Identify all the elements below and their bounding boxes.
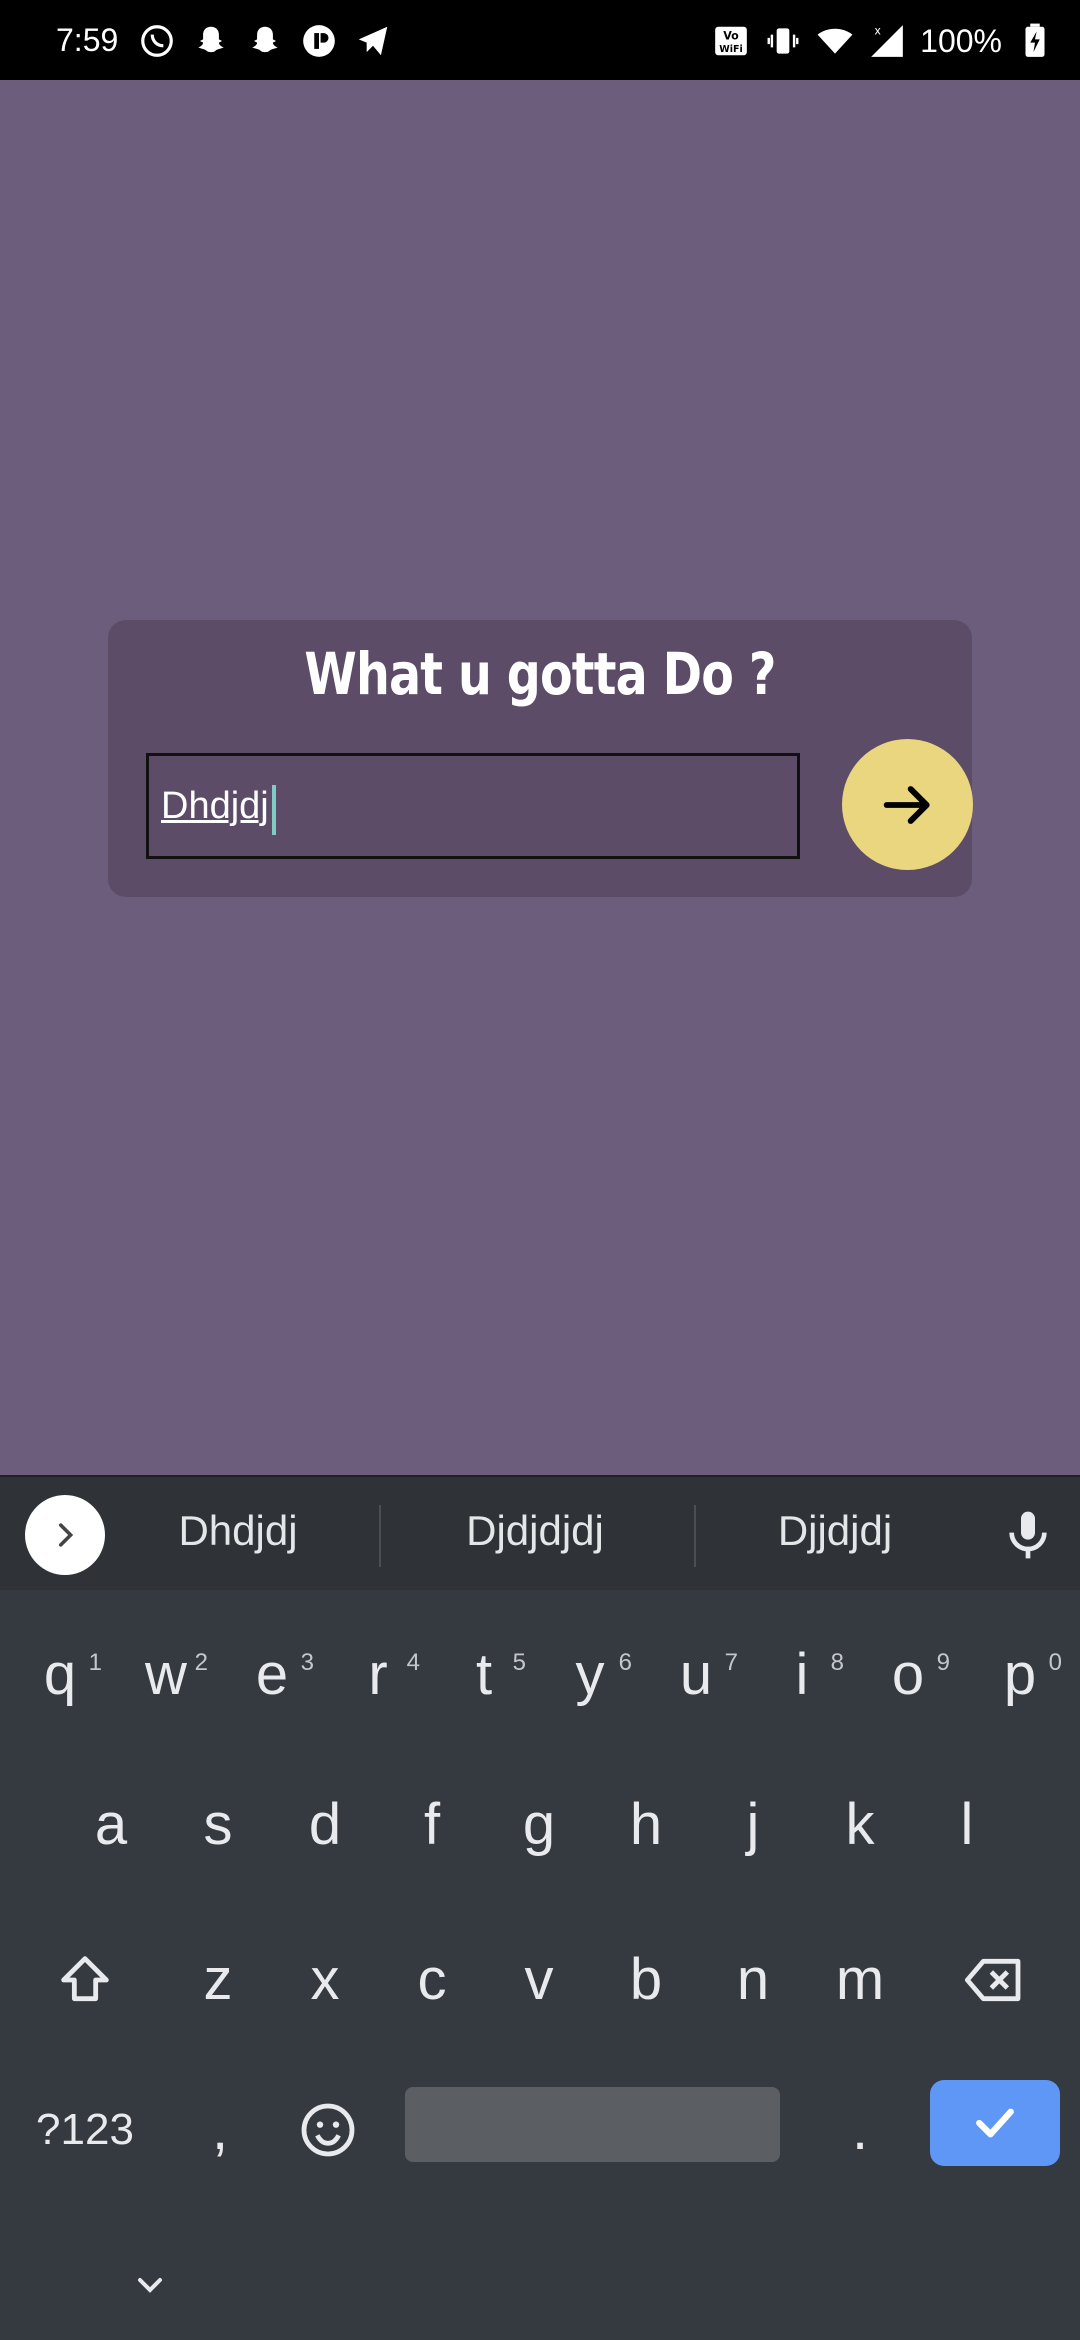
snapchat-icon bbox=[192, 22, 230, 60]
svg-text:x: x bbox=[874, 25, 881, 38]
shift-key[interactable] bbox=[33, 1930, 137, 2030]
svg-text:WiFi: WiFi bbox=[719, 44, 742, 55]
shift-icon bbox=[61, 1956, 109, 2002]
submit-button[interactable] bbox=[842, 739, 973, 870]
snapchat-icon bbox=[246, 22, 284, 60]
microphone-icon[interactable] bbox=[1000, 1505, 1056, 1565]
key-hint: 0 bbox=[1048, 1649, 1062, 1676]
key-label: p bbox=[1003, 1642, 1037, 1707]
key-comma[interactable]: , bbox=[168, 2080, 272, 2180]
keyboard: Dhdjdj Djdjdjdj Djjdjdj q1 w2 e3 r4 t5 y… bbox=[0, 1475, 1080, 2340]
whatsapp-icon bbox=[138, 22, 176, 60]
key-d[interactable]: d bbox=[273, 1775, 377, 1875]
status-time: 7:59 bbox=[56, 22, 119, 58]
key-e[interactable]: e3 bbox=[220, 1625, 324, 1725]
key-label: r bbox=[368, 1642, 388, 1707]
key-g[interactable]: g bbox=[487, 1775, 591, 1875]
key-t[interactable]: t5 bbox=[432, 1625, 536, 1725]
telegram-icon bbox=[354, 22, 392, 60]
suggestion-expand-button[interactable] bbox=[25, 1495, 105, 1575]
backspace-icon bbox=[964, 1958, 1021, 2002]
key-hint: 9 bbox=[936, 1649, 950, 1676]
system-icons: Vo WiFi x 100% bbox=[712, 22, 1054, 60]
suggestion-bar: Dhdjdj Djdjdjdj Djjdjdj bbox=[0, 1475, 1080, 1590]
key-n[interactable]: n bbox=[701, 1930, 805, 2030]
text-cursor bbox=[272, 785, 276, 835]
key-hint: 6 bbox=[618, 1649, 632, 1676]
key-k[interactable]: k bbox=[808, 1775, 912, 1875]
key-s[interactable]: s bbox=[166, 1775, 270, 1875]
key-w[interactable]: w2 bbox=[114, 1625, 218, 1725]
emoji-icon bbox=[301, 2103, 355, 2157]
chevron-right-icon bbox=[58, 1523, 74, 1547]
battery-percentage: 100% bbox=[920, 22, 1002, 59]
key-r[interactable]: r4 bbox=[326, 1625, 430, 1725]
emoji-key[interactable] bbox=[276, 2080, 380, 2180]
key-v[interactable]: v bbox=[487, 1930, 591, 2030]
status-bar: 7:59 Vo WiFi x 100% bbox=[0, 0, 1080, 80]
key-hint: 1 bbox=[88, 1649, 102, 1676]
wifi-icon bbox=[816, 22, 854, 60]
spacebar[interactable] bbox=[405, 2087, 780, 2162]
key-j[interactable]: j bbox=[701, 1775, 805, 1875]
suggestion-2[interactable]: Djdjdjdj bbox=[405, 1507, 665, 1555]
key-label: w bbox=[145, 1642, 187, 1707]
key-label: e bbox=[255, 1642, 289, 1707]
app-icon bbox=[300, 22, 338, 60]
suggestion-divider bbox=[694, 1505, 696, 1567]
key-hint: 3 bbox=[300, 1649, 314, 1676]
suggestion-divider bbox=[379, 1505, 381, 1567]
key-hint: 7 bbox=[724, 1649, 738, 1676]
key-z[interactable]: z bbox=[166, 1930, 270, 2030]
key-m[interactable]: m bbox=[808, 1930, 912, 2030]
suggestion-3[interactable]: Djjdjdj bbox=[705, 1507, 965, 1555]
battery-charging-icon bbox=[1016, 22, 1054, 60]
key-u[interactable]: u7 bbox=[644, 1625, 748, 1725]
symbols-key[interactable]: ?123 bbox=[20, 2080, 150, 2180]
page-title: What u gotta Do ? bbox=[304, 640, 776, 708]
key-y[interactable]: y6 bbox=[538, 1625, 642, 1725]
signal-icon: x bbox=[868, 22, 906, 60]
key-a[interactable]: a bbox=[59, 1775, 163, 1875]
task-input[interactable] bbox=[146, 753, 800, 859]
key-hint: 4 bbox=[406, 1649, 420, 1676]
key-hint: 8 bbox=[830, 1649, 844, 1676]
key-l[interactable]: l bbox=[915, 1775, 1019, 1875]
backspace-key[interactable] bbox=[942, 1930, 1046, 2030]
key-o[interactable]: o9 bbox=[856, 1625, 960, 1725]
hide-keyboard-icon[interactable] bbox=[128, 2265, 172, 2305]
key-q[interactable]: q1 bbox=[8, 1625, 112, 1725]
key-h[interactable]: h bbox=[594, 1775, 698, 1875]
key-label: y bbox=[575, 1642, 605, 1707]
app-screen: What u gotta Do ? bbox=[0, 80, 1080, 1475]
key-label: u bbox=[679, 1642, 713, 1707]
checkmark-icon bbox=[976, 2108, 1014, 2138]
key-label: q bbox=[43, 1642, 77, 1707]
key-hint: 5 bbox=[512, 1649, 526, 1676]
suggestion-1[interactable]: Dhdjdj bbox=[108, 1507, 368, 1555]
notification-icons bbox=[138, 22, 392, 60]
key-hint: 2 bbox=[194, 1649, 208, 1676]
key-period[interactable]: . bbox=[808, 2080, 912, 2180]
vowifi-icon: Vo WiFi bbox=[712, 22, 750, 60]
key-p[interactable]: p0 bbox=[968, 1625, 1072, 1725]
key-f[interactable]: f bbox=[380, 1775, 484, 1875]
key-label: o bbox=[891, 1642, 925, 1707]
done-button[interactable] bbox=[930, 2080, 1060, 2166]
vibrate-icon bbox=[764, 22, 802, 60]
arrow-right-icon bbox=[883, 785, 930, 824]
key-i[interactable]: i8 bbox=[750, 1625, 854, 1725]
task-card: What u gotta Do ? bbox=[108, 620, 973, 897]
key-label: t bbox=[475, 1642, 493, 1707]
key-b[interactable]: b bbox=[594, 1930, 698, 2030]
key-label: i bbox=[795, 1642, 809, 1707]
key-x[interactable]: x bbox=[273, 1930, 377, 2030]
svg-text:Vo: Vo bbox=[723, 29, 739, 42]
key-c[interactable]: c bbox=[380, 1930, 484, 2030]
